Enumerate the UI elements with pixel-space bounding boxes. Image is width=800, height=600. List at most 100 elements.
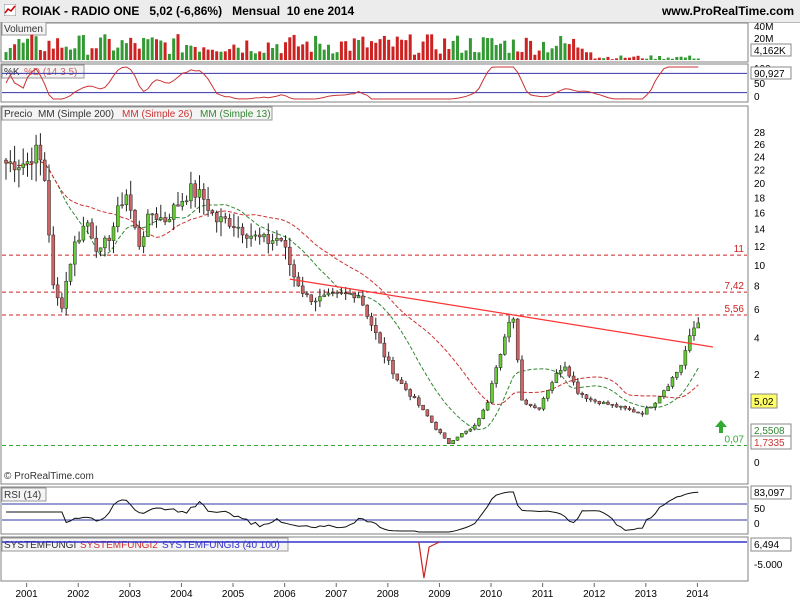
rsi-panel[interactable] — [0, 486, 749, 535]
volume-bar — [563, 43, 567, 60]
volume-bar — [529, 40, 533, 60]
volume-bar — [486, 37, 490, 60]
candle-body — [146, 213, 150, 237]
price-panel[interactable] — [0, 105, 749, 485]
stoch-d-label: %D (14 3 5) — [24, 67, 77, 78]
candle-body — [180, 201, 185, 207]
volume-bar — [658, 55, 662, 60]
volume-bar — [490, 38, 494, 60]
volume-bar — [520, 52, 524, 60]
last-price-value: 5,02 — [754, 397, 774, 408]
volume-bar — [111, 50, 115, 60]
volume-bar — [81, 35, 85, 60]
price-tick-label: 0 — [754, 458, 760, 469]
candle-body — [610, 404, 615, 406]
volume-bar — [438, 53, 442, 60]
year-label: 2009 — [428, 589, 451, 600]
volume-bar — [615, 58, 619, 60]
mm26-value: 1,7335 — [754, 438, 785, 449]
candle-body — [533, 405, 537, 408]
candle-body — [369, 316, 374, 326]
volume-bar — [279, 53, 283, 60]
candle-body — [386, 356, 391, 361]
price-tick-label: 10 — [754, 261, 766, 272]
candle-body — [94, 237, 99, 252]
volume-bar — [240, 52, 244, 60]
volume-bar — [172, 38, 176, 60]
chart-canvas[interactable]: Volumen %K %D (14 3 5) Precio MM (Simple… — [0, 22, 800, 600]
stoch-panel[interactable] — [0, 63, 749, 103]
volume-bar — [455, 35, 459, 60]
volume-bar — [159, 40, 163, 60]
volume-bar — [649, 55, 653, 60]
volume-bar — [142, 37, 146, 60]
candle-body — [464, 430, 468, 434]
candle-body — [421, 404, 425, 410]
volume-bar — [236, 47, 240, 60]
volume-bar — [326, 44, 330, 60]
candle-body — [159, 217, 163, 220]
volume-bar — [391, 46, 395, 60]
volume-bar — [400, 39, 404, 60]
site-label[interactable]: www.ProRealTime.com — [662, 4, 794, 18]
candle-body — [266, 234, 271, 244]
volume-bar — [443, 38, 447, 60]
price-tick-label: 20 — [754, 179, 766, 190]
candle-body — [8, 161, 13, 164]
candle-body — [378, 332, 382, 344]
candle-body — [679, 364, 683, 373]
volume-bar — [546, 52, 550, 60]
candle-body — [580, 392, 584, 395]
candle-body — [571, 375, 576, 383]
mm26-label: MM (Simple 26) — [122, 109, 193, 120]
volume-bar — [645, 58, 649, 60]
candle-body — [30, 161, 34, 164]
candle-body — [520, 359, 524, 401]
candle-body — [283, 240, 288, 248]
candle-body — [515, 318, 520, 361]
volume-bar — [567, 44, 571, 60]
year-label: 2011 — [532, 589, 554, 600]
candle-body — [245, 234, 249, 239]
year-label: 2002 — [67, 589, 90, 600]
volume-bar — [292, 34, 296, 60]
price-tick-label: 16 — [754, 209, 766, 220]
candle-body — [606, 401, 610, 405]
candle-body — [348, 292, 352, 295]
volume-bar — [516, 51, 520, 60]
volume-bar — [640, 58, 644, 60]
candle-body — [395, 373, 400, 381]
volume-bar — [245, 40, 249, 60]
volume-bar — [314, 35, 318, 60]
volume-bar — [275, 44, 279, 60]
year-label: 2003 — [119, 589, 142, 600]
volume-bar — [137, 48, 141, 60]
volume-bar — [627, 57, 631, 60]
volume-bar — [210, 49, 214, 60]
volume-bar — [537, 50, 541, 60]
volume-bar — [288, 37, 292, 60]
candle-body — [576, 381, 580, 394]
volume-bar — [524, 37, 528, 60]
candle-body — [541, 398, 546, 410]
candle-body — [537, 407, 541, 410]
candle-body — [206, 199, 210, 211]
price-tick-label: 28 — [754, 128, 766, 139]
candle-body — [210, 210, 215, 213]
candle-body — [619, 405, 623, 408]
candle-body — [636, 411, 640, 414]
volume-bar — [430, 34, 434, 60]
volume-bar — [146, 39, 150, 60]
candle-body — [455, 436, 460, 441]
candle-body — [429, 415, 434, 423]
volume-bar — [13, 44, 17, 60]
candle-body — [227, 218, 232, 227]
candle-body — [150, 213, 154, 216]
volume-bar — [176, 34, 180, 60]
candle-body — [171, 204, 176, 220]
volume-bar — [301, 44, 305, 60]
volume-bar — [374, 42, 378, 60]
rsi-label: RSI (14) — [4, 490, 41, 501]
candle-body — [249, 235, 253, 239]
candle-body — [460, 433, 464, 438]
